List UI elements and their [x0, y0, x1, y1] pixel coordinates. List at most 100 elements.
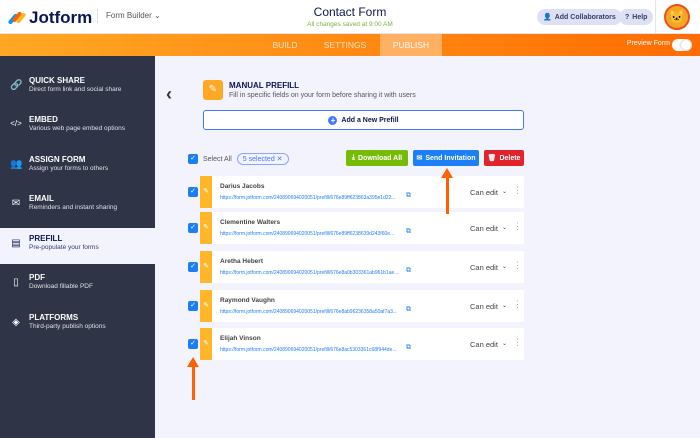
selected-count-badge[interactable]: 5 selected ✕: [236, 153, 289, 165]
prefill-icon: ✎: [200, 212, 212, 244]
add-new-prefill-button[interactable]: + Add a New Prefill: [203, 110, 524, 130]
download-all-button[interactable]: ⤓ Download All: [346, 150, 408, 166]
prefill-name: Darius Jacobs: [220, 183, 265, 190]
sidebar-item-title: EMBED: [29, 115, 58, 124]
help-label: Help: [632, 13, 648, 21]
sidebar-item-email[interactable]: ✉ EMAIL Reminders and instant sharing: [0, 188, 155, 224]
more-options-icon[interactable]: ⋮: [513, 260, 522, 271]
download-icon: ⤓: [351, 154, 356, 161]
layers-icon: ◈: [12, 317, 20, 328]
prefill-icon: ✎: [200, 176, 212, 208]
trash-icon: 🗑: [487, 155, 497, 162]
prefill-row: ✎ Raymond Vaughn https://form.jotform.co…: [200, 290, 524, 322]
download-all-label: Download All: [358, 154, 403, 162]
users-icon: 👥: [10, 159, 23, 170]
send-invitation-label: Send Invitation: [425, 154, 476, 162]
prefill-row: ✎ Clementine Walters https://form.jotfor…: [200, 212, 524, 244]
sidebar-item-platforms[interactable]: ◈ PLATFORMS Third-party publish options: [0, 307, 155, 343]
select-all-row: ✓ Select All 5 selected ✕: [188, 153, 289, 165]
permission-dropdown[interactable]: Can edit: [470, 340, 498, 349]
section-subtitle: Fill in specific fields on your form bef…: [229, 92, 416, 99]
sidebar-item-desc: Third-party publish options: [29, 323, 106, 330]
sidebar-item-pdf[interactable]: ▯ PDF Download fillable PDF: [0, 267, 155, 303]
sidebar-item-prefill[interactable]: ▤ PREFILL Pre-populate your forms: [0, 228, 155, 264]
top-header: Jotform Form Builder ⌄ Contact Form All …: [0, 0, 700, 34]
row-checkbox[interactable]: ✓: [188, 339, 198, 349]
chevron-down-icon[interactable]: ⌄: [502, 340, 507, 347]
external-link-icon[interactable]: ⧉: [406, 228, 411, 236]
sidebar-item-title: PDF: [29, 273, 45, 282]
envelope-icon: ✉: [11, 198, 21, 209]
selected-count-text: 5 selected: [242, 156, 275, 163]
section-title: MANUAL PREFILL: [229, 81, 300, 90]
tab-build[interactable]: BUILD: [260, 34, 310, 56]
external-link-icon[interactable]: ⧉: [406, 192, 411, 200]
sidebar-item-title: QUICK SHARE: [29, 76, 86, 85]
sidebar-item-title: EMAIL: [29, 194, 54, 203]
more-options-icon[interactable]: ⋮: [513, 299, 522, 310]
help-button[interactable]: ? Help: [619, 9, 654, 25]
row-checkbox[interactable]: ✓: [188, 223, 198, 233]
row-checkbox[interactable]: ✓: [188, 187, 198, 197]
external-link-icon[interactable]: ⧉: [406, 344, 411, 352]
help-icon: ?: [625, 13, 630, 21]
preview-form-toggle[interactable]: [672, 39, 692, 51]
plus-icon: +: [328, 115, 338, 125]
sidebar-item-assign-form[interactable]: 👥 ASSIGN FORM Assign your forms to others: [0, 149, 155, 185]
delete-button[interactable]: 🗑 Delete: [484, 150, 524, 166]
tab-settings[interactable]: SETTINGS: [318, 34, 372, 56]
annotation-arrow-up: [187, 357, 199, 400]
envelope-icon: ✉: [416, 155, 423, 162]
chevron-down-icon[interactable]: ⌄: [502, 263, 507, 270]
avatar[interactable]: 🐱: [664, 4, 690, 30]
permission-dropdown[interactable]: Can edit: [470, 302, 498, 311]
chevron-down-icon[interactable]: ⌄: [502, 188, 507, 195]
add-collaborators-button[interactable]: 👤 Add Collaborators: [537, 9, 622, 25]
sidebar-item-desc: Various web page embed options: [29, 125, 125, 132]
sidebar-item-quick-share[interactable]: 🔗 QUICK SHARE Direct form link and social …: [0, 70, 155, 106]
more-options-icon[interactable]: ⋮: [513, 185, 522, 196]
sidebar-item-title: PREFILL: [29, 234, 63, 243]
select-all-label: Select All: [203, 155, 232, 163]
chevron-down-icon[interactable]: ⌄: [502, 224, 507, 231]
permission-dropdown[interactable]: Can edit: [470, 224, 498, 233]
prefill-icon: ✎: [200, 290, 212, 322]
row-checkbox[interactable]: ✓: [188, 301, 198, 311]
prefill-icon: ▤: [11, 238, 21, 249]
prefill-link[interactable]: https://form.jotform.com/240890694020051…: [220, 231, 408, 237]
external-link-icon[interactable]: ⧉: [406, 306, 411, 314]
prefill-link[interactable]: https://form.jotform.com/240890694020051…: [220, 270, 408, 276]
chevron-down-icon: ⌄: [154, 11, 161, 20]
send-invitation-button[interactable]: ✉ Send Invitation: [413, 150, 479, 166]
preview-form-label: Preview Form: [626, 40, 670, 47]
add-new-prefill-label: Add a New Prefill: [341, 116, 399, 124]
chevron-down-icon[interactable]: ⌄: [502, 302, 507, 309]
permission-dropdown[interactable]: Can edit: [470, 263, 498, 272]
prefill-link[interactable]: https://form.jotform.com/240890694020051…: [220, 195, 408, 201]
prefill-link[interactable]: https://form.jotform.com/240890694020051…: [220, 347, 408, 353]
code-icon: </>: [10, 119, 22, 128]
pdf-icon: ▯: [13, 277, 19, 288]
jotform-logo[interactable]: Jotform: [7, 8, 92, 28]
link-icon: 🔗: [10, 80, 23, 91]
sidebar-item-embed[interactable]: </> EMBED Various web page embed options: [0, 109, 155, 145]
add-collaborators-label: Add Collaborators: [554, 13, 616, 21]
form-title[interactable]: Contact Form: [250, 5, 450, 19]
prefill-row: ✎ Darius Jacobs https://form.jotform.com…: [200, 176, 524, 208]
external-link-icon[interactable]: ⧉: [406, 267, 411, 275]
publish-nav-bar: BUILD SETTINGS PUBLISH Preview Form: [0, 34, 700, 56]
more-options-icon[interactable]: ⋮: [513, 221, 522, 232]
prefill-link[interactable]: https://form.jotform.com/240890694020051…: [220, 309, 408, 315]
prefill-name: Aretha Hebert: [220, 258, 263, 265]
jotform-logo-icon: [7, 10, 27, 26]
select-all-checkbox[interactable]: ✓: [188, 154, 198, 164]
close-icon[interactable]: ✕: [277, 156, 283, 163]
permission-dropdown[interactable]: Can edit: [470, 188, 498, 197]
more-options-icon[interactable]: ⋮: [513, 337, 522, 348]
back-chevron-icon[interactable]: ‹: [166, 84, 172, 105]
form-builder-dropdown[interactable]: Form Builder ⌄: [97, 9, 161, 23]
tab-publish[interactable]: PUBLISH: [380, 34, 442, 56]
divider: [655, 0, 656, 34]
delete-label: Delete: [499, 154, 521, 162]
row-checkbox[interactable]: ✓: [188, 262, 198, 272]
